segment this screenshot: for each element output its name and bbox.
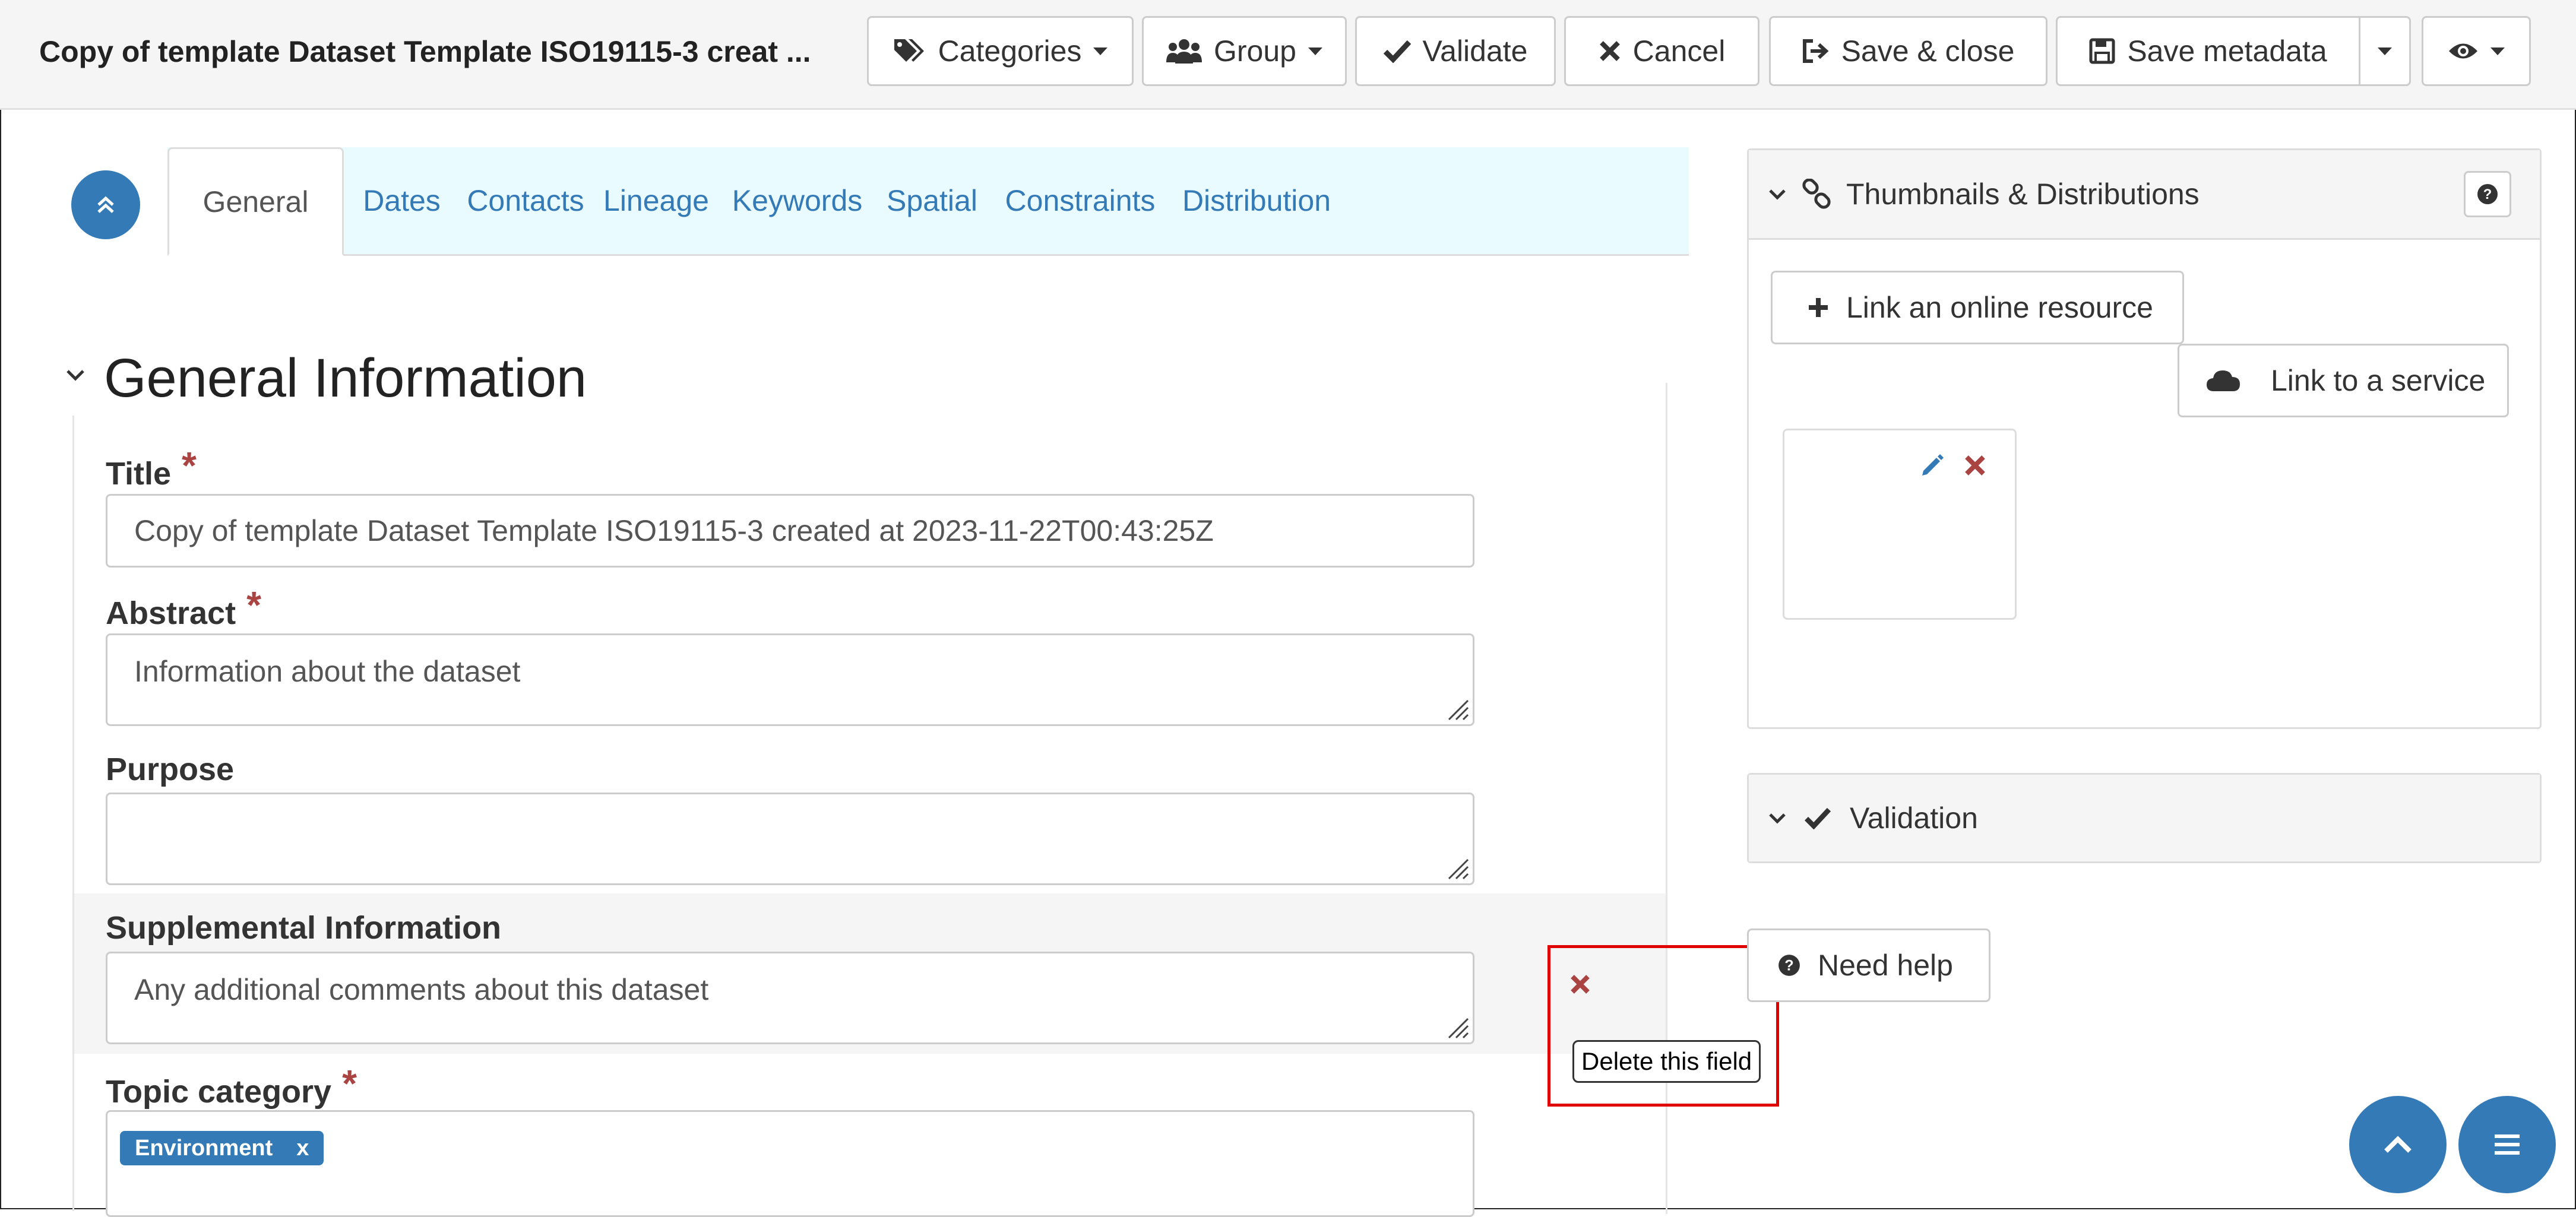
required-marker: *: [182, 444, 197, 487]
link-icon: [1802, 179, 1831, 209]
thumbnail-card: [1783, 429, 2017, 620]
eye-icon: [2449, 43, 2477, 59]
chevron-up-icon: [2384, 1136, 2412, 1153]
group-button[interactable]: Group: [1142, 16, 1347, 86]
panel-title: Validation: [1850, 801, 1978, 835]
abstract-label: Abstract *: [106, 584, 261, 633]
save-close-label: Save & close: [1841, 34, 2015, 68]
sign-out-icon: [1802, 39, 1829, 63]
panel-header[interactable]: Validation: [1749, 775, 2540, 861]
panel-title: Thumbnails & Distributions: [1846, 178, 2200, 211]
tab-constraints[interactable]: Constraints: [990, 147, 1170, 254]
abstract-label-text: Abstract: [106, 595, 236, 631]
view-mode-button[interactable]: [2422, 16, 2531, 86]
tab-lineage[interactable]: Lineage: [591, 147, 721, 254]
cloud-icon: [2207, 370, 2240, 391]
title-value: Copy of template Dataset Template ISO191…: [134, 514, 1214, 547]
save-metadata-button[interactable]: Save metadata: [2056, 16, 2360, 86]
required-marker: *: [246, 584, 261, 626]
tag-label: Environment: [135, 1135, 273, 1161]
topic-label-text: Topic category: [106, 1074, 332, 1110]
resize-handle-icon[interactable]: [1444, 1014, 1469, 1039]
floppy-disk-icon: [2089, 38, 2115, 64]
help-button[interactable]: ?: [2464, 171, 2511, 217]
validation-panel: Validation: [1747, 773, 2542, 863]
menu-button[interactable]: [2458, 1096, 2556, 1193]
editor-tabs: General Dates Contacts Lineage Keywords …: [167, 147, 1689, 256]
caret-down-icon: [1308, 47, 1322, 55]
categories-button[interactable]: Categories: [867, 16, 1134, 86]
need-help-label: Need help: [1818, 949, 1953, 982]
abstract-value: Information about the dataset: [134, 655, 521, 688]
resize-handle-icon[interactable]: [1444, 855, 1469, 880]
required-marker: *: [342, 1062, 357, 1105]
svg-text:?: ?: [1784, 957, 1793, 974]
check-icon: [1383, 40, 1411, 63]
users-icon: [1166, 39, 1202, 64]
caret-down-icon: [2490, 47, 2505, 55]
editor-toolbar: Copy of template Dataset Template ISO191…: [0, 0, 2576, 110]
abstract-textarea[interactable]: Information about the dataset: [106, 633, 1474, 726]
section-title: General Information: [104, 348, 587, 408]
double-chevron-up-icon: [97, 196, 114, 213]
save-metadata-label: Save metadata: [2127, 34, 2327, 68]
chevron-down-icon[interactable]: [65, 368, 86, 382]
record-title: Copy of template Dataset Template ISO191…: [39, 35, 811, 68]
plus-icon: [1809, 298, 1828, 317]
supplemental-label-text: Supplemental Information: [106, 910, 502, 946]
save-close-button[interactable]: Save & close: [1769, 16, 2047, 86]
supplemental-label: Supplemental Information: [106, 909, 501, 946]
scroll-to-top-button[interactable]: [2349, 1096, 2447, 1193]
chevron-down-icon: [1769, 813, 1786, 824]
delete-icon[interactable]: [1964, 454, 1986, 477]
validate-button[interactable]: Validate: [1355, 16, 1556, 86]
purpose-label-text: Purpose: [106, 752, 235, 787]
supplemental-textarea[interactable]: Any additional comments about this datas…: [106, 952, 1474, 1044]
purpose-label: Purpose: [106, 751, 234, 788]
check-icon: [1805, 807, 1831, 829]
collapse-all-button[interactable]: [71, 170, 140, 239]
title-input[interactable]: Copy of template Dataset Template ISO191…: [106, 494, 1474, 568]
panel-header[interactable]: Thumbnails & Distributions ?: [1749, 150, 2540, 240]
group-label: Group: [1214, 34, 1296, 68]
purpose-textarea[interactable]: [106, 793, 1474, 885]
caret-down-icon: [1093, 47, 1108, 55]
section-divider: [72, 416, 74, 1211]
link-to-service-button[interactable]: Link to a service: [2178, 344, 2509, 417]
pencil-icon[interactable]: [1919, 453, 1945, 479]
question-circle-icon: ?: [1778, 955, 1800, 976]
topic-label: Topic category *: [106, 1062, 357, 1111]
tab-dates[interactable]: Dates: [344, 147, 460, 254]
question-circle-icon: ?: [2477, 184, 2498, 204]
topic-tag-environment: Environment x: [120, 1131, 324, 1165]
tab-contacts[interactable]: Contacts: [460, 147, 591, 254]
tag-remove-button[interactable]: x: [296, 1136, 309, 1161]
caret-down-icon: [2378, 47, 2392, 55]
svg-text:?: ?: [2483, 186, 2492, 202]
tab-keywords[interactable]: Keywords: [721, 147, 874, 254]
tab-distribution[interactable]: Distribution: [1170, 147, 1343, 254]
tab-general[interactable]: General: [167, 147, 344, 256]
need-help-button[interactable]: ? Need help: [1747, 928, 1990, 1002]
cancel-label: Cancel: [1632, 34, 1726, 68]
chevron-down-icon: [1769, 189, 1786, 200]
categories-label: Categories: [938, 34, 1082, 68]
cancel-button[interactable]: Cancel: [1564, 16, 1759, 86]
supplemental-value: Any additional comments about this datas…: [134, 973, 709, 1006]
link-to-service-label: Link to a service: [2271, 364, 2486, 397]
title-label: Title *: [106, 444, 197, 493]
tab-spatial[interactable]: Spatial: [874, 147, 990, 254]
save-options-dropdown[interactable]: [2359, 16, 2411, 86]
close-icon: [1599, 41, 1620, 61]
resize-handle-icon[interactable]: [1444, 696, 1469, 721]
link-online-resource-label: Link an online resource: [1846, 291, 2153, 324]
tags-icon: [894, 39, 924, 62]
highlight-box: [1548, 945, 1779, 1107]
validate-label: Validate: [1422, 34, 1528, 68]
title-label-text: Title: [106, 456, 172, 492]
hamburger-icon: [2495, 1134, 2520, 1155]
link-online-resource-button[interactable]: Link an online resource: [1771, 271, 2184, 344]
